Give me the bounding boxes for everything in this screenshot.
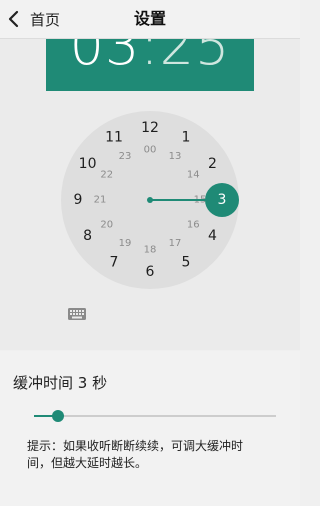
clock-inner-hour-16[interactable]: 16 — [187, 220, 200, 231]
back-button[interactable]: 首页 — [6, 6, 60, 32]
clock-inner-hour-20[interactable]: 20 — [100, 220, 113, 231]
hint-line-2: 间，但越大延时越长。 — [27, 456, 148, 470]
clock-inner-hour-21[interactable]: 21 — [94, 195, 107, 206]
clock-inner-hour-13[interactable]: 13 — [169, 151, 182, 162]
clock-inner-hour-19[interactable]: 19 — [119, 238, 132, 249]
clock-hour-1[interactable]: 1 — [182, 130, 191, 146]
clock-hour-7[interactable]: 7 — [110, 254, 119, 270]
clock-inner-hour-17[interactable]: 17 — [169, 238, 182, 249]
back-label: 首页 — [30, 10, 61, 29]
chevron-left-icon — [8, 10, 19, 28]
clock-inner-hour-14[interactable]: 14 — [187, 170, 200, 181]
clock-hour-5[interactable]: 5 — [182, 254, 191, 270]
clock-hour-2[interactable]: 2 — [208, 156, 217, 172]
clock-center-dot — [147, 197, 153, 203]
buffer-hint: 提示：如果收听断断续续，可调大缓冲时 间，但越大延时越长。 — [27, 438, 289, 472]
keyboard-icon — [68, 308, 86, 320]
clock-inner-hour-00[interactable]: 00 — [144, 145, 157, 156]
clock-inner-hour-22[interactable]: 22 — [100, 170, 113, 181]
time-picker: 03:25 00 13 14 15 16 17 18 19 20 21 22 23 12 1 2 4 5 6 7 8 9… — [0, 39, 300, 350]
clock-hour-10[interactable]: 10 — [79, 156, 97, 172]
clock-hour-3[interactable]: 3 — [218, 192, 227, 208]
clock-inner-hour-18[interactable]: 18 — [144, 245, 157, 256]
buffer-slider[interactable] — [34, 410, 276, 422]
buffer-settings: 缓冲时间 3 秒 提示：如果收听断断续续，可调大缓冲时 间，但越大延时越长。 — [0, 351, 300, 506]
clock-hour-12[interactable]: 12 — [141, 120, 159, 136]
clock-hour-9[interactable]: 9 — [74, 192, 83, 208]
hint-line-1: 提示：如果收听断断续续，可调大缓冲时 — [27, 439, 244, 453]
buffer-slider-thumb[interactable] — [52, 410, 65, 422]
buffer-time-label: 缓冲时间 3 秒 — [13, 374, 108, 392]
clock-hour-11[interactable]: 11 — [105, 130, 123, 146]
keyboard-toggle-button[interactable] — [67, 306, 87, 322]
clock-hour-4[interactable]: 4 — [208, 228, 217, 244]
clock-face[interactable]: 00131415161718192021222312124567891011 3 — [0, 39, 300, 339]
top-bar: 首页 设置 — [0, 0, 300, 39]
clock-hour-8[interactable]: 8 — [83, 228, 92, 244]
clock-inner-hour-23[interactable]: 23 — [119, 151, 132, 162]
clock-hour-6[interactable]: 6 — [146, 264, 155, 280]
